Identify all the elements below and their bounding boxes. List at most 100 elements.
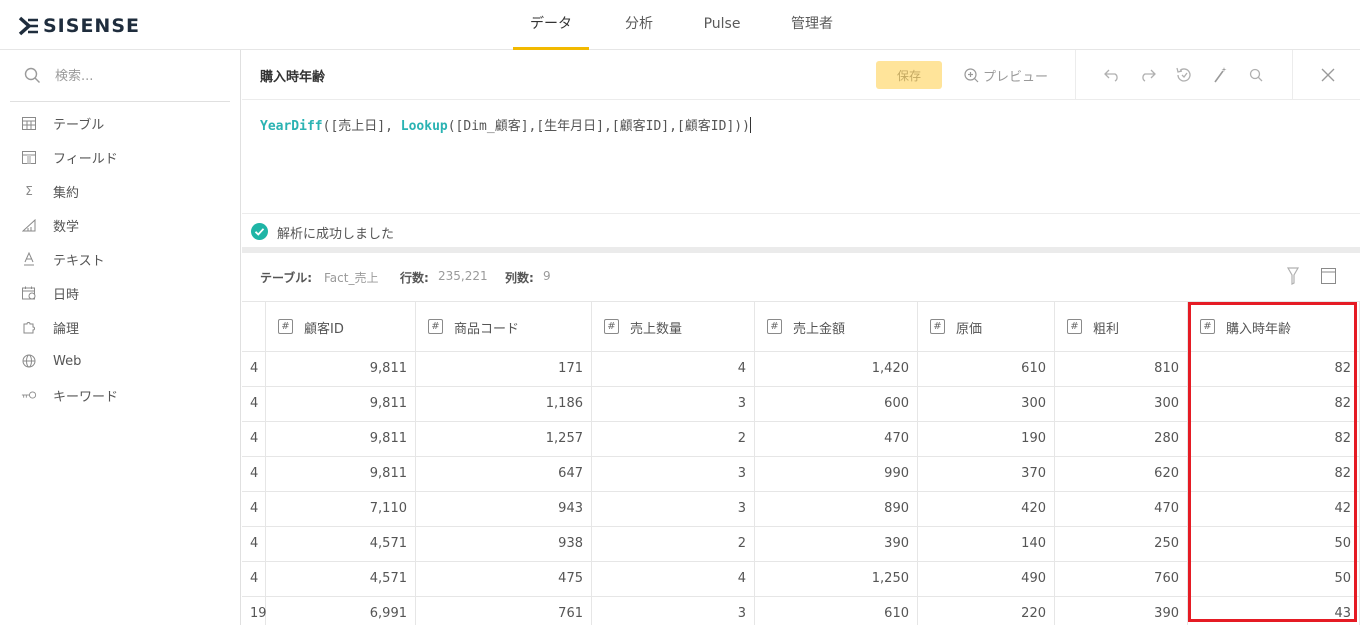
zoom-in-icon bbox=[964, 67, 979, 82]
preview-button[interactable]: プレビュー bbox=[964, 62, 1048, 88]
calendar-icon bbox=[21, 285, 37, 301]
broom-icon[interactable] bbox=[1285, 267, 1301, 285]
table-cell: 4 bbox=[592, 562, 755, 597]
sidebar-item-logic[interactable]: 論理 bbox=[0, 312, 240, 342]
table-cell: 4 bbox=[242, 387, 266, 422]
column-header[interactable]: # 商品コード bbox=[416, 302, 592, 352]
table-cell: 9,811 bbox=[266, 422, 416, 457]
table-cell: 490 bbox=[918, 562, 1055, 597]
search-formula-icon[interactable] bbox=[1247, 66, 1265, 84]
table-cell: 82 bbox=[1188, 457, 1360, 492]
nav-tab-pulse[interactable]: Pulse bbox=[695, 0, 749, 50]
nav-tab-analytics[interactable]: 分析 bbox=[612, 0, 666, 50]
table-cell: 82 bbox=[1188, 352, 1360, 387]
table-cell: 3 bbox=[592, 492, 755, 527]
column-header-index bbox=[242, 302, 266, 352]
table-cell: 475 bbox=[416, 562, 592, 597]
table-cell: 2 bbox=[592, 422, 755, 457]
sidebar-item-datetime[interactable]: 日時 bbox=[0, 278, 240, 308]
sidebar-item-text[interactable]: テキスト bbox=[0, 244, 240, 274]
table-cell: 4 bbox=[242, 527, 266, 562]
table-cell: 610 bbox=[918, 352, 1055, 387]
formula-args: ([売上日], bbox=[322, 119, 401, 134]
table-cell: 9,811 bbox=[266, 387, 416, 422]
table-cell: 890 bbox=[755, 492, 918, 527]
column-header-label: 原価 bbox=[956, 322, 983, 337]
rows-value: 235,221 bbox=[438, 269, 488, 283]
number-type-icon: # bbox=[767, 319, 782, 334]
sidebar-item-keyword[interactable]: キーワード bbox=[0, 380, 240, 410]
sidebar-item-label: 集約 bbox=[53, 185, 80, 201]
column-header[interactable]: # 売上数量 bbox=[592, 302, 755, 352]
table-label: テーブル: bbox=[260, 271, 313, 285]
table-cell: 3 bbox=[592, 387, 755, 422]
sidebar-item-web[interactable]: Web bbox=[0, 346, 240, 376]
sidebar-item-math[interactable]: 数学 bbox=[0, 210, 240, 240]
table-cell: 4,571 bbox=[266, 527, 416, 562]
table-cell: 82 bbox=[1188, 422, 1360, 457]
table-cell: 43 bbox=[1188, 597, 1360, 625]
table-cell: 4 bbox=[592, 352, 755, 387]
history-icon[interactable] bbox=[1175, 66, 1193, 84]
close-icon[interactable] bbox=[1319, 66, 1337, 84]
table-name: Fact_売上 bbox=[324, 271, 379, 285]
table-cell: 42 bbox=[1188, 492, 1360, 527]
column-header-label: 売上数量 bbox=[630, 322, 683, 337]
globe-icon bbox=[21, 353, 37, 369]
table-cell: 1,420 bbox=[755, 352, 918, 387]
sidebar-item-label: 数学 bbox=[53, 219, 80, 235]
table-cell: 761 bbox=[416, 597, 592, 625]
status-text: 解析に成功しました bbox=[277, 227, 395, 242]
table-cell: 4 bbox=[242, 492, 266, 527]
number-type-icon: # bbox=[604, 319, 619, 334]
toolbar-divider bbox=[1075, 50, 1076, 100]
number-type-icon: # bbox=[278, 319, 293, 334]
formula-editor[interactable]: YearDiff([売上日], Lookup([Dim_顧客],[生年月日],[… bbox=[242, 101, 1360, 214]
table-cell: 250 bbox=[1055, 527, 1188, 562]
formula-text[interactable]: YearDiff([売上日], Lookup([Dim_顧客],[生年月日],[… bbox=[260, 115, 751, 134]
table-cell: 171 bbox=[416, 352, 592, 387]
save-button[interactable]: 保存 bbox=[876, 61, 942, 89]
table-cell: 300 bbox=[1055, 387, 1188, 422]
table-cell: 938 bbox=[416, 527, 592, 562]
table-cell: 760 bbox=[1055, 562, 1188, 597]
column-header[interactable]: # 顧客ID bbox=[266, 302, 416, 352]
table-cell: 390 bbox=[1055, 597, 1188, 625]
column-header[interactable]: # 原価 bbox=[918, 302, 1055, 352]
panel-toggle-icon[interactable] bbox=[1321, 268, 1336, 284]
table-cell: 390 bbox=[755, 527, 918, 562]
table-cell: 2 bbox=[592, 527, 755, 562]
table-cell: 50 bbox=[1188, 527, 1360, 562]
magic-wand-icon[interactable] bbox=[1211, 66, 1229, 84]
table-cell: 420 bbox=[918, 492, 1055, 527]
column-header[interactable]: # 粗利 bbox=[1055, 302, 1188, 352]
sidebar-item-table[interactable]: テーブル bbox=[0, 108, 240, 138]
calculated-number-icon: # bbox=[1200, 319, 1215, 334]
table-cell: 4 bbox=[242, 562, 266, 597]
nav-tab-data[interactable]: データ bbox=[513, 0, 589, 50]
table-cell: 220 bbox=[918, 597, 1055, 625]
search-icon bbox=[24, 67, 40, 83]
table-cell: 140 bbox=[918, 527, 1055, 562]
sidebar-item-aggregation[interactable]: Σ 集約 bbox=[0, 176, 240, 206]
table-cell: 4 bbox=[242, 422, 266, 457]
table-cell: 50 bbox=[1188, 562, 1360, 597]
sidebar-item-label: フィールド bbox=[53, 151, 118, 167]
search-input[interactable] bbox=[55, 64, 225, 88]
rows-label: 行数: bbox=[400, 271, 429, 285]
column-header-label: 売上金額 bbox=[793, 322, 846, 337]
column-header[interactable]: # 売上金額 bbox=[755, 302, 918, 352]
column-header-label: 購入時年齢 bbox=[1226, 322, 1292, 337]
formula-function: YearDiff bbox=[260, 119, 323, 134]
undo-icon[interactable] bbox=[1103, 66, 1121, 84]
formula-editor-panel: 購入時年齢 保存 プレビュー YearDiff([売上日], Lookup([D… bbox=[242, 50, 1360, 625]
redo-icon[interactable] bbox=[1139, 66, 1157, 84]
parse-status: 解析に成功しました bbox=[242, 215, 1360, 247]
sidebar-item-field[interactable]: フィールド bbox=[0, 142, 240, 172]
column-header[interactable]: # 購入時年齢 bbox=[1188, 302, 1360, 352]
field-icon bbox=[21, 149, 37, 165]
toolbar-divider bbox=[1292, 50, 1293, 100]
math-icon bbox=[21, 217, 37, 233]
nav-tab-admin[interactable]: 管理者 bbox=[780, 0, 844, 50]
sidebar-item-label: テーブル bbox=[53, 117, 105, 133]
